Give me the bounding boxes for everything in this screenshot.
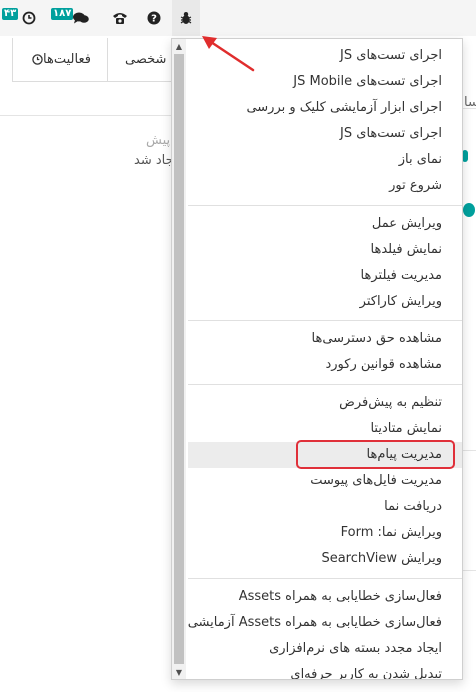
annotation-arrow-icon: [202, 36, 255, 72]
